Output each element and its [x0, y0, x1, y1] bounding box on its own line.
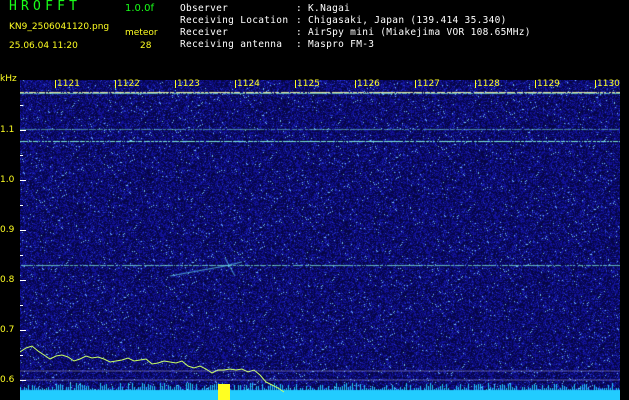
antenna-label: Receiving antenna	[180, 39, 283, 50]
y-label-0-6: 0.6	[0, 375, 15, 385]
minute-label: 1123	[177, 79, 200, 89]
detection-marker	[218, 384, 230, 400]
y-minor-tick	[20, 205, 23, 206]
y-label-1-1: 1.1	[0, 125, 15, 135]
meteor-count: 28	[140, 41, 152, 51]
observer-label: Observer	[180, 3, 229, 14]
header-panel: HROFFT 1.0.0f KN9_2506041120.png 25.06.0…	[0, 0, 629, 75]
minute-label: 1121	[57, 79, 80, 89]
y-minor-tick	[20, 355, 23, 356]
y-minor-tick	[20, 105, 23, 106]
location-label: Receiving Location	[180, 15, 289, 26]
y-minor-tick	[20, 305, 23, 306]
y-label-0-8: 0.8	[0, 275, 15, 285]
minute-label: 1128	[477, 79, 500, 89]
minute-label: 1124	[237, 79, 260, 89]
minute-label: 1125	[297, 79, 320, 89]
minute-tick	[415, 80, 416, 88]
minute-label: 1130	[597, 79, 620, 89]
minute-tick	[595, 80, 596, 88]
minute-tick	[115, 80, 116, 88]
spectrogram[interactable]	[20, 80, 620, 400]
y-minor-tick	[20, 255, 23, 256]
antenna-value: : Maspro FM-3	[296, 39, 375, 50]
minute-tick	[535, 80, 536, 88]
y-tick	[20, 380, 26, 381]
receiver-value: : AirSpy mini (Miakejima VOR 108.65MHz)	[296, 27, 531, 38]
minute-label: 1122	[117, 79, 140, 89]
app-version: 1.0.0f	[125, 3, 154, 14]
y-tick	[20, 230, 26, 231]
receiver-label: Receiver	[180, 27, 229, 38]
file-name: KN9_2506041120.png	[9, 22, 110, 32]
minute-tick	[355, 80, 356, 88]
y-tick	[20, 130, 26, 131]
minute-label: 1127	[417, 79, 440, 89]
y-tick	[20, 330, 26, 331]
app-title: HROFFT	[9, 0, 82, 14]
minute-tick	[235, 80, 236, 88]
minute-tick	[175, 80, 176, 88]
y-label-1-0: 1.0	[0, 175, 15, 185]
noise-floor-trace	[20, 345, 285, 393]
y-minor-tick	[20, 155, 23, 156]
file-datetime: 25.06.04 11:20	[9, 41, 78, 51]
minute-tick	[295, 80, 296, 88]
location-value: : Chigasaki, Japan (139.414 35.340)	[296, 15, 507, 26]
minute-tick	[475, 80, 476, 88]
y-label-0-9: 0.9	[0, 225, 15, 235]
y-tick	[20, 180, 26, 181]
minute-label: 1126	[357, 79, 380, 89]
observer-value: : K.Nagai	[296, 3, 351, 14]
y-label-0-7: 0.7	[0, 325, 15, 335]
y-tick	[20, 280, 26, 281]
y-axis-unit: kHz	[0, 74, 17, 84]
meteor-label: meteor	[125, 28, 158, 38]
spectrogram-overlay	[20, 345, 620, 400]
minute-label: 1129	[537, 79, 560, 89]
minute-tick	[55, 80, 56, 88]
